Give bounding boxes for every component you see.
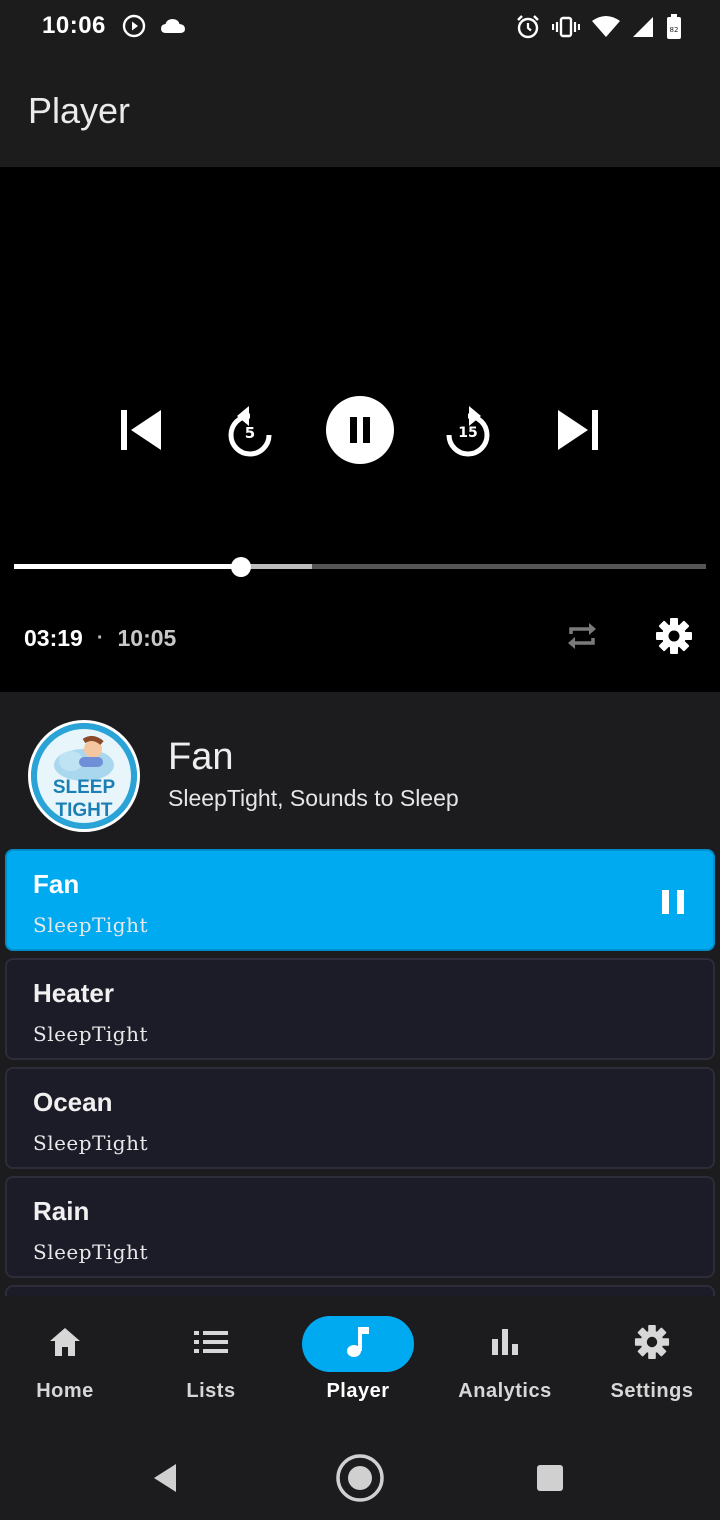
time-duration: 10:05 bbox=[117, 625, 177, 651]
pause-icon[interactable] bbox=[659, 887, 687, 917]
status-bar: 10:06 82 bbox=[0, 0, 720, 56]
nav-home[interactable]: Home bbox=[0, 1316, 130, 1426]
replay-5-button[interactable]: 5 bbox=[210, 392, 290, 472]
now-playing: SLEEP TIGHT Fan SleepTight, Sounds to Sl… bbox=[0, 692, 720, 848]
queue-item[interactable]: Rain SleepTight bbox=[5, 1176, 715, 1278]
queue-item-title: Ocean bbox=[33, 1087, 113, 1117]
time-display: 03:19 · 10:05 bbox=[24, 625, 176, 652]
queue-item-subtitle: SleepTight bbox=[33, 1240, 149, 1264]
queue-item-partial[interactable] bbox=[5, 1285, 715, 1296]
skip-next-button[interactable] bbox=[538, 392, 618, 472]
nav-lists[interactable]: Lists bbox=[146, 1316, 276, 1426]
now-playing-subtitle: SleepTight, Sounds to Sleep bbox=[168, 785, 459, 811]
time-separator: · bbox=[96, 627, 104, 649]
home-button-icon[interactable] bbox=[334, 1452, 386, 1509]
forward-15-icon: 15 bbox=[443, 404, 493, 460]
vibrate-icon bbox=[552, 16, 580, 38]
gear-icon bbox=[634, 1324, 670, 1365]
nav-home-label: Home bbox=[36, 1380, 94, 1402]
nav-settings-label: Settings bbox=[610, 1380, 694, 1402]
forward-seconds: 15 bbox=[458, 425, 478, 441]
battery-level: 82 bbox=[670, 26, 679, 34]
queue-item-title: Rain bbox=[33, 1196, 90, 1226]
page-title: Player bbox=[28, 90, 131, 131]
nav-player[interactable]: Player bbox=[293, 1316, 423, 1426]
queue-item[interactable]: Heater SleepTight bbox=[5, 958, 715, 1060]
svg-text:SLEEP: SLEEP bbox=[53, 777, 116, 798]
nav-lists-label: Lists bbox=[186, 1380, 236, 1402]
play-queue[interactable]: Fan SleepTight Heater SleepTight Ocean S… bbox=[0, 848, 720, 1296]
seek-bar[interactable] bbox=[14, 552, 706, 582]
queue-item-subtitle: SleepTight bbox=[33, 1131, 149, 1155]
music-note-icon bbox=[345, 1325, 371, 1364]
album-artwork: SLEEP TIGHT bbox=[28, 720, 140, 832]
play-circle-icon bbox=[122, 14, 146, 38]
replay-seconds: 5 bbox=[244, 424, 256, 442]
wifi-icon bbox=[592, 16, 620, 38]
queue-item[interactable]: Fan SleepTight bbox=[5, 849, 715, 951]
queue-item-subtitle: SleepTight bbox=[33, 1022, 149, 1046]
queue-item[interactable]: Ocean SleepTight bbox=[5, 1067, 715, 1169]
queue-item-title: Fan bbox=[33, 869, 80, 899]
pause-icon bbox=[325, 395, 395, 470]
playback-controls: 5 15 bbox=[0, 392, 720, 472]
recents-icon[interactable] bbox=[536, 1464, 564, 1497]
gear-icon bbox=[655, 617, 693, 660]
seek-thumb[interactable] bbox=[230, 557, 251, 577]
alarm-icon bbox=[516, 14, 540, 40]
now-playing-title: Fan bbox=[168, 736, 234, 778]
skip-next-icon bbox=[555, 407, 601, 458]
pause-button[interactable] bbox=[320, 392, 400, 472]
signal-icon bbox=[632, 16, 654, 38]
back-icon[interactable] bbox=[150, 1462, 180, 1499]
repeat-icon bbox=[565, 619, 599, 658]
replay-5-icon: 5 bbox=[225, 404, 275, 460]
skip-previous-icon bbox=[118, 407, 164, 458]
app-bar: Player bbox=[0, 56, 720, 167]
home-icon bbox=[48, 1326, 82, 1363]
battery-icon: 82 bbox=[666, 14, 682, 40]
nav-analytics[interactable]: Analytics bbox=[440, 1316, 570, 1426]
queue-item-subtitle: SleepTight bbox=[33, 913, 149, 937]
player-settings-button[interactable] bbox=[650, 614, 698, 662]
forward-15-button[interactable]: 15 bbox=[428, 392, 508, 472]
time-position: 03:19 bbox=[24, 625, 83, 651]
nav-analytics-label: Analytics bbox=[458, 1380, 552, 1402]
status-time: 10:06 bbox=[42, 12, 106, 39]
bottom-navigation: Home Lists Player Analytics Settings bbox=[0, 1296, 720, 1432]
bar-chart-icon bbox=[490, 1327, 520, 1362]
nav-player-label: Player bbox=[326, 1380, 390, 1402]
cloud-icon bbox=[160, 16, 186, 36]
list-icon bbox=[193, 1329, 229, 1360]
repeat-button[interactable] bbox=[558, 614, 606, 662]
skip-previous-button[interactable] bbox=[101, 392, 181, 472]
svg-text:TIGHT: TIGHT bbox=[56, 800, 113, 821]
seek-played bbox=[14, 564, 241, 569]
video-player[interactable]: 5 15 03:19 · 10:05 bbox=[0, 167, 720, 692]
nav-settings[interactable]: Settings bbox=[587, 1316, 717, 1426]
system-navigation bbox=[0, 1432, 720, 1520]
queue-item-title: Heater bbox=[33, 978, 114, 1008]
